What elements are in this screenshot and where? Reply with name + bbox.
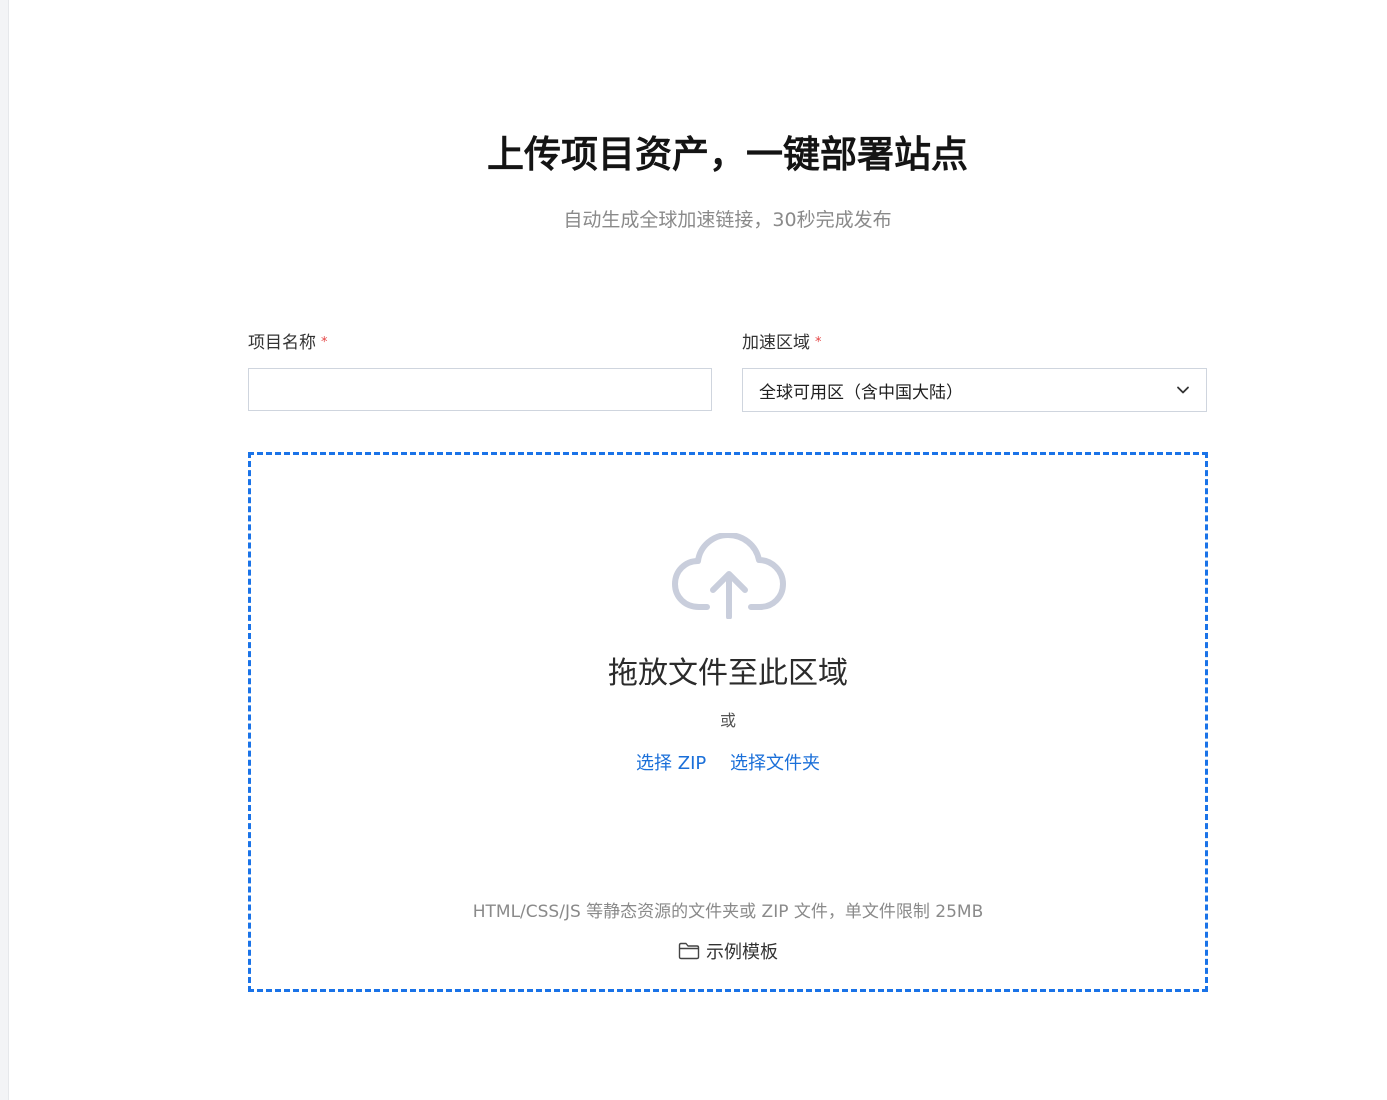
folder-icon — [678, 942, 700, 960]
choose-folder-link[interactable]: 选择文件夹 — [730, 753, 820, 774]
required-mark: * — [815, 335, 822, 350]
template-link-row: 示例模板 — [251, 938, 1205, 965]
project-name-label: 项目名称 * — [248, 328, 328, 353]
cloud-upload-icon — [672, 533, 786, 619]
dropzone-title: 拖放文件至此区域 — [608, 656, 848, 691]
required-mark: * — [321, 335, 328, 350]
region-select-value: 全球可用区（含中国大陆） — [759, 382, 963, 403]
sample-template-label: 示例模板 — [706, 942, 778, 963]
chevron-down-icon — [1177, 386, 1189, 394]
page-subtitle: 自动生成全球加速链接，30秒完成发布 — [563, 209, 892, 231]
or-separator: 或 — [719, 711, 736, 730]
choose-zip-link[interactable]: 选择 ZIP — [636, 753, 706, 774]
region-select[interactable]: 全球可用区（含中国大陆） — [742, 368, 1207, 412]
upload-links: 选择 ZIP 选择文件夹 — [251, 749, 1205, 775]
project-name-input[interactable] — [248, 368, 712, 411]
region-label-text: 加速区域 — [742, 333, 810, 353]
upload-dropzone[interactable]: 拖放文件至此区域 或 选择 ZIP 选择文件夹 HTML/CSS/JS 等静态资… — [248, 452, 1208, 992]
page-title: 上传项目资产，一键部署站点 — [487, 133, 968, 176]
upload-hint: HTML/CSS/JS 等静态资源的文件夹或 ZIP 文件，单文件限制 25MB — [472, 902, 984, 922]
sample-template-link[interactable]: 示例模板 — [678, 938, 778, 964]
project-name-label-text: 项目名称 — [248, 333, 316, 353]
region-label: 加速区域 * — [742, 328, 822, 353]
